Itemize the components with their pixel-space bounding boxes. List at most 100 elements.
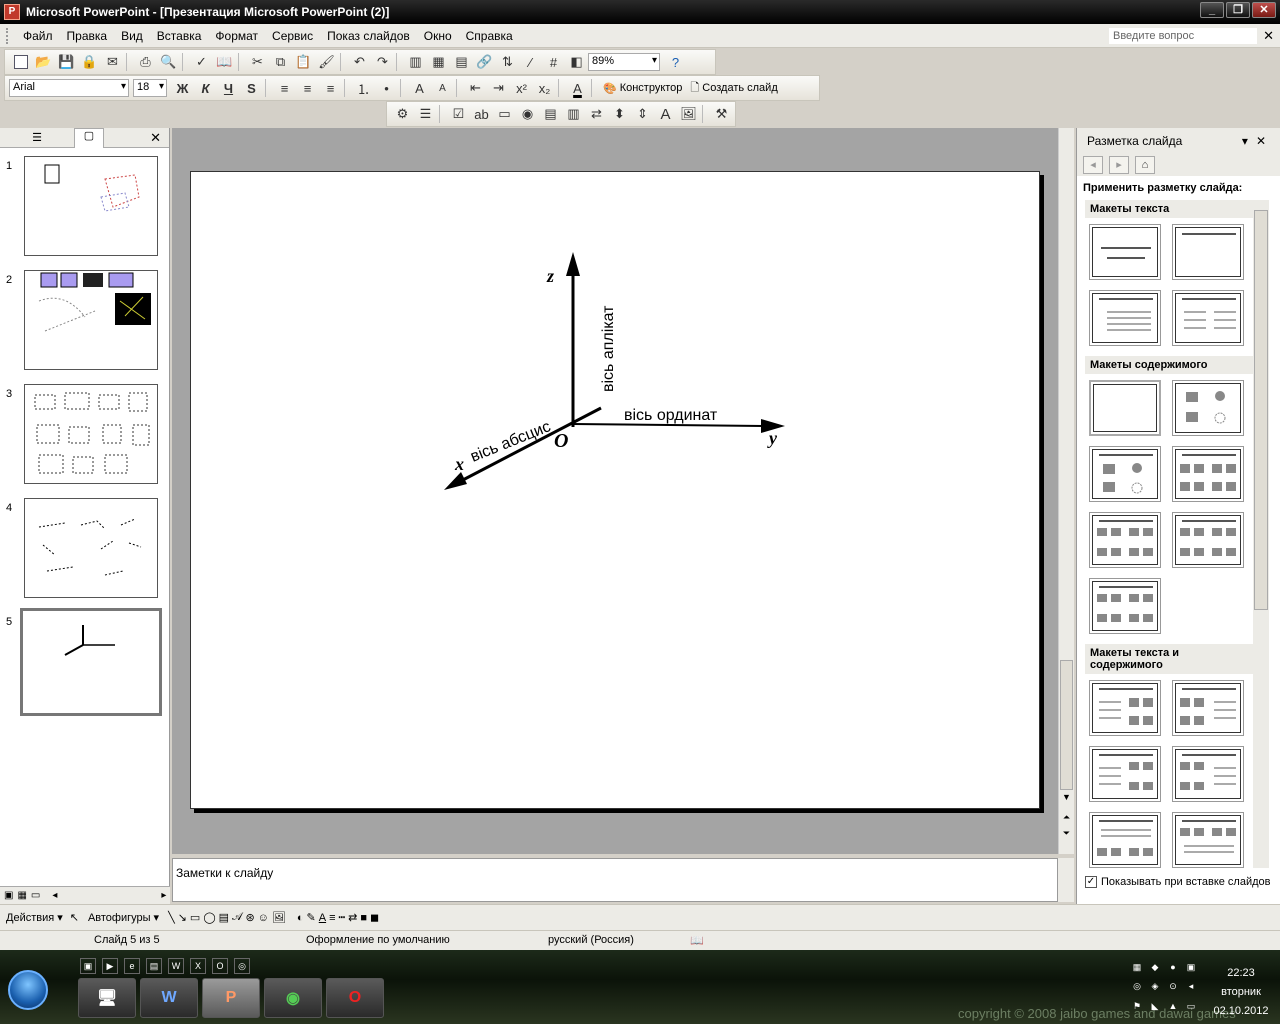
- layout-title-content-over-text[interactable]: [1172, 812, 1244, 868]
- app-tray-icon[interactable]: ▣: [1184, 962, 1198, 976]
- numbering-icon[interactable]: ⒈: [352, 77, 375, 99]
- shield-tray-icon[interactable]: ◈: [1148, 981, 1162, 995]
- outline-tab[interactable]: ☰: [22, 131, 52, 144]
- minimize-button[interactable]: _: [1200, 2, 1224, 18]
- font-color-draw-icon[interactable]: A: [319, 912, 326, 924]
- copy-icon[interactable]: ⧉: [269, 51, 292, 73]
- research-icon[interactable]: 📖: [213, 51, 236, 73]
- combobox-control-icon[interactable]: ▥: [562, 103, 585, 125]
- flag-tray-icon[interactable]: ⚑: [1130, 1001, 1144, 1015]
- decrease-font-icon[interactable]: A: [431, 77, 454, 99]
- spelling-status-icon[interactable]: 📖: [690, 934, 704, 947]
- email-icon[interactable]: ✉: [101, 51, 124, 73]
- expand-icon[interactable]: ⇅: [496, 51, 519, 73]
- help-icon[interactable]: ?: [664, 51, 687, 73]
- start-button[interactable]: [8, 970, 48, 1010]
- taskbar-explorer-button[interactable]: 🖥: [78, 978, 136, 1018]
- tables-borders-icon[interactable]: ▤: [450, 51, 473, 73]
- textbox-control-icon[interactable]: ab: [470, 103, 493, 125]
- increase-font-icon[interactable]: A: [408, 77, 431, 99]
- new-slide-button[interactable]: 🗋 Создать слайд: [686, 79, 781, 98]
- spin-control-icon[interactable]: ⬍: [608, 103, 631, 125]
- taskpane-scrollbar[interactable]: [1253, 200, 1269, 868]
- slide-sorter-icon[interactable]: ▦: [17, 890, 26, 901]
- underline-button[interactable]: Ч: [217, 77, 240, 99]
- word-quick-icon[interactable]: W: [168, 958, 184, 974]
- safely-remove-icon[interactable]: ◣: [1148, 1001, 1162, 1015]
- layout-title-text[interactable]: [1089, 290, 1161, 346]
- normal-view-icon[interactable]: ▣: [4, 890, 13, 901]
- design-mode-icon[interactable]: ⚙: [391, 103, 414, 125]
- italic-button[interactable]: К: [194, 77, 217, 99]
- subscript-icon[interactable]: x₂: [533, 77, 556, 99]
- layout-title-only[interactable]: [1172, 224, 1244, 280]
- menu-view[interactable]: Вид: [114, 24, 150, 48]
- bold-button[interactable]: Ж: [171, 77, 194, 99]
- taskbar-word-button[interactable]: W: [140, 978, 198, 1018]
- notes-scrollbar[interactable]: [1058, 858, 1074, 902]
- volume-icon[interactable]: ◂: [1184, 981, 1198, 995]
- layout-title-two-content-text[interactable]: [1172, 746, 1244, 802]
- archive-icon[interactable]: ▤: [146, 958, 162, 974]
- scroll-right-icon[interactable]: ▸: [161, 890, 166, 901]
- cut-icon[interactable]: ✂: [246, 51, 269, 73]
- align-center-icon[interactable]: ≡: [296, 77, 319, 99]
- actions-menu[interactable]: Действия: [6, 912, 54, 924]
- toggle-control-icon[interactable]: ⇄: [585, 103, 608, 125]
- select-pointer-icon[interactable]: ↖: [70, 911, 79, 924]
- slide-vertical-scrollbar[interactable]: ▼ ⏶ ⏷: [1058, 128, 1074, 854]
- undo-icon[interactable]: ↶: [348, 51, 371, 73]
- scrollbar-control-icon[interactable]: ⇕: [631, 103, 654, 125]
- ask-question-input[interactable]: Введите вопрос: [1108, 27, 1258, 45]
- listbox-control-icon[interactable]: ▤: [539, 103, 562, 125]
- scroll-thumb[interactable]: [1060, 660, 1073, 790]
- line-style-icon[interactable]: ≡: [329, 912, 335, 924]
- next-slide-icon[interactable]: ⏷: [1059, 828, 1074, 839]
- layout-title-two-content[interactable]: [1172, 446, 1244, 502]
- opera-tray-icon[interactable]: ◎: [1130, 981, 1144, 995]
- menu-file[interactable]: Файл: [16, 24, 60, 48]
- grid-icon[interactable]: #: [542, 51, 565, 73]
- open-icon[interactable]: 📂: [32, 51, 55, 73]
- close-document-button[interactable]: ✕: [1263, 28, 1274, 44]
- menu-help[interactable]: Справка: [459, 24, 520, 48]
- system-clock[interactable]: 22:23 вторник 02.10.2012: [1206, 964, 1276, 1021]
- scroll-down-arrow[interactable]: ▼: [1059, 792, 1074, 802]
- spelling-icon[interactable]: ✓: [190, 51, 213, 73]
- arrow-icon[interactable]: ↘: [178, 911, 187, 924]
- layout-title-content-over[interactable]: [1089, 512, 1161, 568]
- taskbar-game-button[interactable]: ◉: [264, 978, 322, 1018]
- menu-window[interactable]: Окно: [417, 24, 459, 48]
- home-icon[interactable]: ⌂: [1135, 156, 1155, 174]
- back-icon[interactable]: ◂: [1083, 156, 1103, 174]
- forward-icon[interactable]: ▸: [1109, 156, 1129, 174]
- panel-close-icon[interactable]: ✕: [150, 130, 161, 146]
- layout-title-slide[interactable]: [1089, 224, 1161, 280]
- screenshot-icon[interactable]: ◎: [234, 958, 250, 974]
- diagram-icon[interactable]: ⊛: [245, 911, 254, 924]
- line-color-icon[interactable]: ✎: [307, 911, 316, 924]
- rectangle-icon[interactable]: ▭: [190, 911, 200, 924]
- slide-thumbnail[interactable]: [24, 384, 158, 484]
- hyperlink-icon[interactable]: 🔗: [473, 51, 496, 73]
- shadow-style-icon[interactable]: ■: [360, 912, 367, 924]
- slideshow-view-icon[interactable]: ▭: [31, 890, 40, 901]
- new-icon[interactable]: [9, 51, 32, 73]
- font-size-dropdown[interactable]: 18: [133, 79, 167, 97]
- slides-tab[interactable]: ▢: [74, 127, 104, 148]
- align-left-icon[interactable]: ≡: [273, 77, 296, 99]
- notes-pane[interactable]: Заметки к слайду: [172, 858, 1058, 902]
- picture-icon[interactable]: 🖼: [272, 911, 286, 924]
- layout-title-content-text[interactable]: [1172, 680, 1244, 736]
- slide-thumbnail[interactable]: [24, 498, 158, 598]
- arrow-style-icon[interactable]: ⇄: [348, 911, 357, 924]
- textbox-icon[interactable]: ▤: [219, 911, 229, 924]
- checkbox-control-icon[interactable]: ☑: [447, 103, 470, 125]
- layout-title-text-two-content[interactable]: [1089, 746, 1161, 802]
- insert-table-icon[interactable]: ▦: [427, 51, 450, 73]
- layout-two-columns-text[interactable]: [1172, 290, 1244, 346]
- line-icon[interactable]: ╲: [168, 911, 175, 924]
- power-tray-icon[interactable]: ▲: [1166, 1001, 1180, 1015]
- menu-slideshow[interactable]: Показ слайдов: [320, 24, 417, 48]
- format-painter-icon[interactable]: 🖌: [315, 51, 338, 73]
